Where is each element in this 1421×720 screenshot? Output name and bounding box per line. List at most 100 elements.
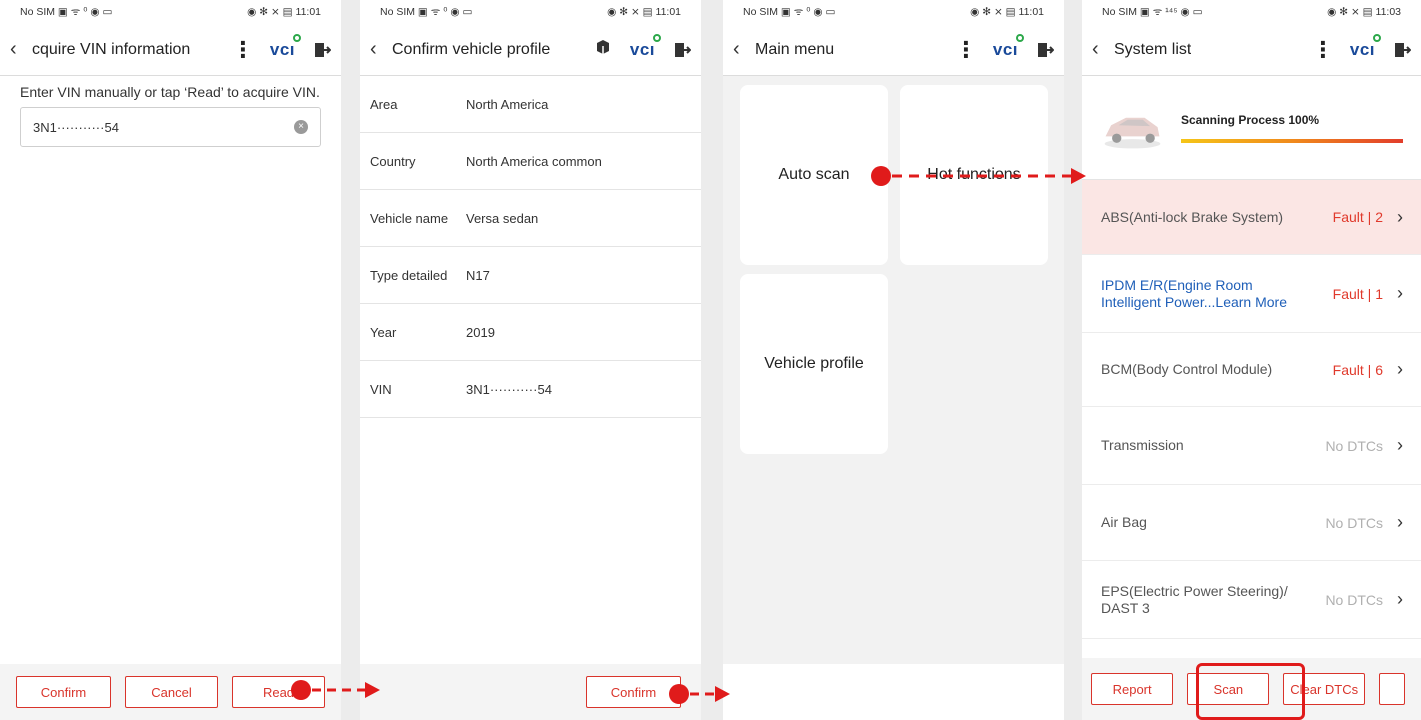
vin-input[interactable]: 3N1···········54 × [20,107,321,147]
status-bar: No SIM ▣ ᯤ ⁰ ◉ ▭ ◉ ✻ ⨯ ▤ 11:01 [723,0,1064,24]
system-row[interactable]: Air Bag No DTCs › [1082,485,1421,561]
report-button[interactable]: Report [1091,673,1174,705]
annotation-arrow-confirm [669,684,730,704]
system-status: No DTCs [1325,514,1383,531]
exit-icon[interactable] [673,41,691,59]
exit-icon[interactable] [1036,41,1054,59]
profile-key: Area [370,96,398,112]
profile-key: Vehicle name [370,210,449,226]
back-icon[interactable]: ‹ [733,38,747,61]
profile-row: Year 2019 [360,304,701,361]
vci-label: vcı [269,39,295,59]
chevron-right-icon: › [1397,589,1403,609]
system-status: No DTCs [1325,437,1383,454]
status-bar: No SIM ▣ ᯤ ⁰ ◉ ▭ ◉ ✻ ⨯ ▤ 11:01 [360,0,701,24]
system-row[interactable]: BCM(Body Control Module) Fault | 6 › [1082,333,1421,407]
profile-value: North America [466,96,549,112]
exit-icon[interactable] [1393,41,1411,59]
vci-icon[interactable]: vcı [992,33,1024,60]
system-name: Transmission [1101,437,1184,453]
vin-hint: Enter VIN manually or tap ‘Read’ to acqu… [20,84,320,100]
system-row[interactable]: EPS(Electric Power Steering)/ DAST 3 No … [1082,561,1421,639]
vci-label: vcı [1349,39,1375,59]
vci-label: vcı [992,39,1018,59]
system-row[interactable]: ABS(Anti-lock Brake System) Fault | 2 › [1082,180,1421,255]
car-icon [1104,117,1161,148]
profile-row: VIN 3N1···········54 [360,361,701,418]
chevron-right-icon: › [1397,435,1403,455]
scan-process-label: Scanning Process 100% [1181,112,1320,127]
bottom-bar: Confirm [360,664,701,720]
scan-progress-bar [1181,138,1403,143]
status-right: ◉ ✻ ⨯ ▤ 11:01 [247,6,321,18]
system-list-screen: No SIM ▣ ᯤ ¹⁴⁵ ◉ ▭ ◉ ✻ ⨯ ▤ 11:03 ‹ Syste… [1082,0,1421,720]
confirm-vehicle-profile-screen: No SIM ▣ ᯤ ⁰ ◉ ▭ ◉ ✻ ⨯ ▤ 11:01 ‹ Confirm… [360,0,701,720]
exit-icon[interactable] [313,41,331,59]
scan-progress-header: Scanning Process 100% [1082,76,1421,180]
profile-value: N17 [466,267,490,283]
app-bar: ‹ System list ⋮ vcı [1082,24,1421,76]
profile-row: Country North America common [360,133,701,190]
profile-key: Country [370,153,416,169]
back-icon[interactable]: ‹ [370,38,384,61]
profile-key: Type detailed [370,267,448,283]
back-icon[interactable]: ‹ [10,38,24,61]
vci-icon[interactable]: vcı [269,33,301,60]
status-bar: No SIM ▣ ᯤ ⁰ ◉ ▭ ◉ ✻ ⨯ ▤ 11:01 [0,0,341,24]
system-row[interactable]: Transmission No DTCs › [1082,407,1421,485]
page-title: System list [1114,40,1192,58]
chevron-right-icon: › [1397,359,1403,379]
app-bar: ‹ Main menu ⋮ vcı [723,24,1064,76]
chevron-right-icon: › [1397,512,1403,532]
chevron-right-icon: › [1397,206,1403,227]
system-name: Air Bag [1101,514,1147,530]
more-menu-icon[interactable]: ⋮ [955,38,977,61]
profile-key: VIN [370,381,392,397]
system-status: Fault | 1 [1332,285,1383,302]
system-status: No DTCs [1325,591,1383,608]
status-left: No SIM ▣ ᯤ ⁰ ◉ ▭ [20,6,113,18]
profile-row: Type detailed N17 [360,247,701,304]
status-bar: No SIM ▣ ᯤ ¹⁴⁵ ◉ ▭ ◉ ✻ ⨯ ▤ 11:03 [1082,0,1421,24]
chevron-right-icon: › [1397,283,1403,303]
status-left: No SIM ▣ ᯤ ¹⁴⁵ ◉ ▭ [1102,6,1203,18]
system-name: EPS(Electric Power Steering)/ DAST 3 [1101,582,1288,616]
profile-value: North America common [466,153,602,169]
main-menu-screen: No SIM ▣ ᯤ ⁰ ◉ ▭ ◉ ✻ ⨯ ▤ 11:01 ‹ Main me… [723,0,1064,720]
scan-button-highlight [1196,663,1305,720]
app-bar: ‹ cquire VIN information ⋮ vcı [0,24,341,76]
system-name: IPDM E/R(Engine Room Intelligent Power..… [1101,277,1313,311]
learn-more-link[interactable]: Learn More [1215,294,1287,310]
status-right: ◉ ✻ ⨯ ▤ 11:01 [607,6,681,18]
vehicle-cube-icon[interactable] [594,38,612,61]
system-row[interactable]: IPDM E/R(Engine Room Intelligent Power..… [1082,255,1421,333]
system-status: Fault | 2 [1332,209,1383,225]
app-bar: ‹ Confirm vehicle profile vcı [360,24,701,76]
profile-row: Vehicle name Versa sedan [360,190,701,247]
status-right: ◉ ✻ ⨯ ▤ 11:03 [1327,6,1401,18]
profile-value: Versa sedan [466,210,539,226]
clear-input-icon[interactable]: × [294,120,308,134]
auto-scan-tile[interactable]: Auto scan [740,85,888,265]
status-left: No SIM ▣ ᯤ ⁰ ◉ ▭ [743,6,836,18]
profile-value: 2019 [466,324,495,340]
page-title: cquire VIN information [32,40,191,58]
vin-value: 3N1···········54 [33,119,119,135]
status-left: No SIM ▣ ᯤ ⁰ ◉ ▭ [380,6,473,18]
bottom-bar [723,664,1064,720]
vci-label: vcı [629,39,655,59]
vci-icon[interactable]: vcı [1349,33,1381,60]
page-title: Confirm vehicle profile [392,40,551,58]
vci-icon[interactable]: vcı [629,33,661,60]
more-button[interactable] [1378,673,1405,705]
more-menu-icon[interactable]: ⋮ [232,38,254,61]
vehicle-profile-tile[interactable]: Vehicle profile [740,274,888,454]
back-icon[interactable]: ‹ [1092,38,1106,61]
screenshot-sequence: No SIM ▣ ᯤ ⁰ ◉ ▭ ◉ ✻ ⨯ ▤ 11:01 ‹ cquire … [0,0,1421,720]
confirm-button[interactable]: Confirm [16,676,111,708]
confirm-button[interactable]: Confirm [586,676,681,708]
profile-key: Year [370,324,397,340]
system-status: Fault | 6 [1332,361,1383,378]
cancel-button[interactable]: Cancel [125,676,218,708]
more-menu-icon[interactable]: ⋮ [1312,38,1334,61]
